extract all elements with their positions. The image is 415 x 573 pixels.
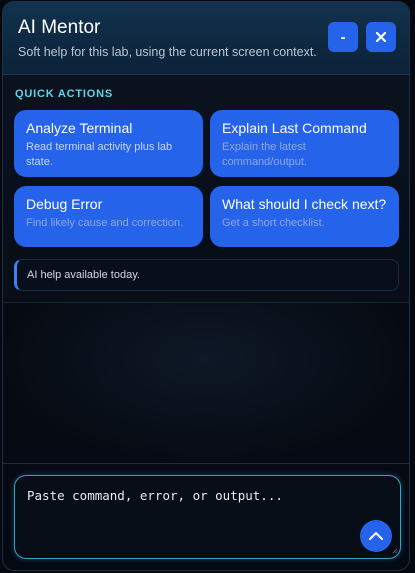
action-description: Read terminal activity plus lab state. xyxy=(26,141,173,168)
resize-handle-icon[interactable] xyxy=(392,548,398,554)
ai-mentor-panel: AI Mentor Soft help for this lab, using … xyxy=(2,1,410,571)
message-input[interactable] xyxy=(25,484,359,558)
action-explain-last-command[interactable]: Explain Last Command Explain the latest … xyxy=(210,110,399,177)
status-message: AI help available today. xyxy=(14,259,399,291)
action-description: Find likely cause and correction. xyxy=(26,217,184,229)
action-debug-error[interactable]: Debug Error Find likely cause and correc… xyxy=(14,186,203,247)
close-icon xyxy=(375,31,387,43)
divider xyxy=(3,463,409,464)
action-title: Debug Error xyxy=(26,196,103,212)
action-description: Get a short checklist. xyxy=(222,217,325,229)
action-title: Analyze Terminal xyxy=(26,120,133,136)
panel-subtitle: Soft help for this lab, using the curren… xyxy=(18,45,317,59)
panel-title: AI Mentor xyxy=(18,17,101,38)
action-analyze-terminal[interactable]: Analyze Terminal Read terminal activity … xyxy=(14,110,203,177)
action-title: Explain Last Command xyxy=(222,120,367,136)
close-button[interactable] xyxy=(366,22,396,52)
minimize-button[interactable]: - xyxy=(328,22,358,52)
quick-actions-label: QUICK ACTIONS xyxy=(15,88,113,100)
send-button[interactable] xyxy=(360,520,392,552)
action-title: What should I check next? xyxy=(222,196,387,212)
chevron-up-icon xyxy=(369,532,383,540)
chat-history-area[interactable] xyxy=(3,303,409,463)
panel-header: AI Mentor Soft help for this lab, using … xyxy=(3,2,409,75)
action-description: Explain the latest command/output. xyxy=(222,141,307,168)
action-check-next[interactable]: What should I check next? Get a short ch… xyxy=(210,186,399,247)
composer xyxy=(14,475,401,559)
